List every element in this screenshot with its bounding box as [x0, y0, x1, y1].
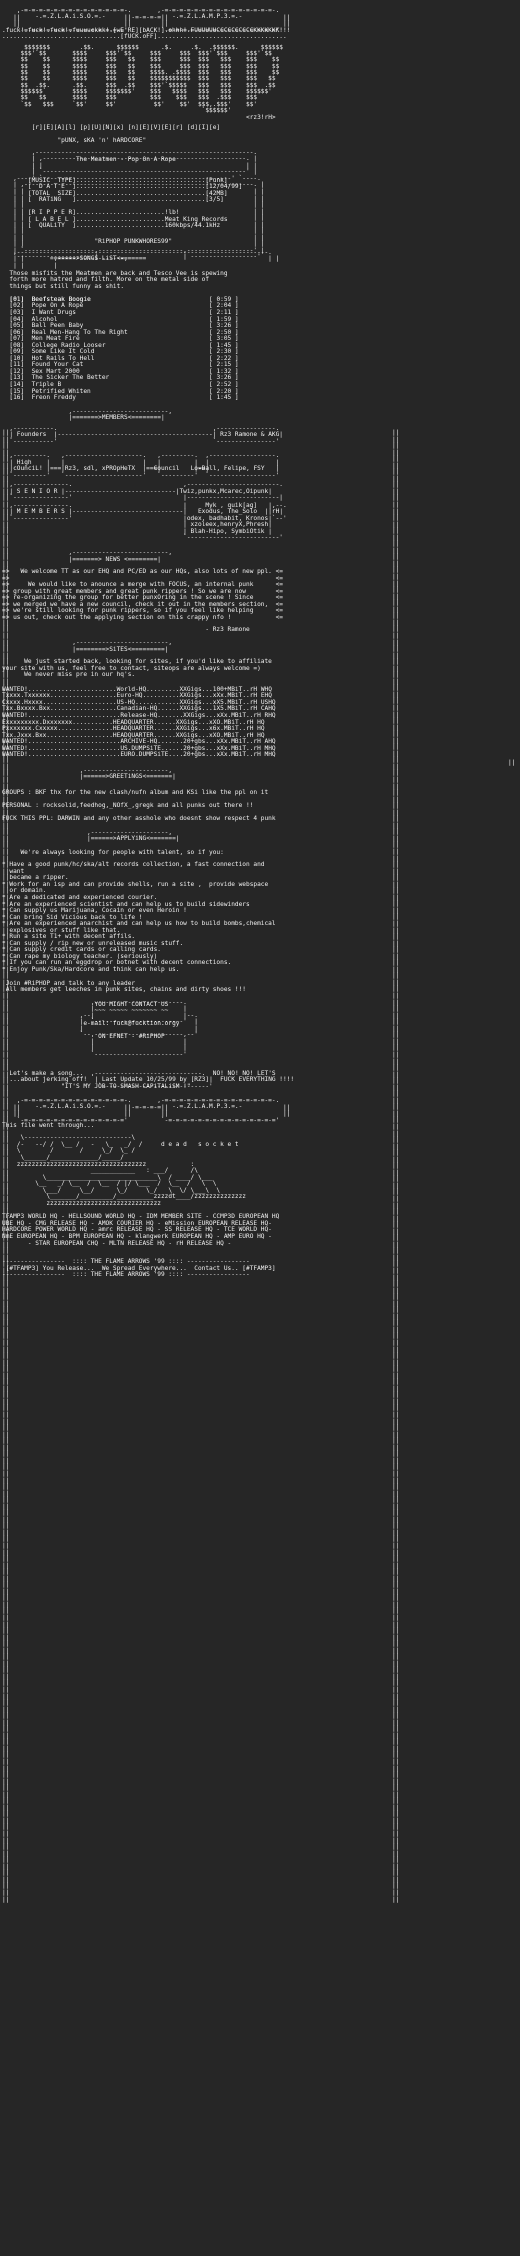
flame-arrows-footer: ----------------- :::: THE FLAME ARROWS …: [2, 1258, 520, 1279]
news-body: => We welcome TT as our EHQ and PC/ED as…: [2, 568, 520, 621]
artist-credit: d e a d s o c k e t: [160, 1140, 239, 1148]
members-section-title: >MEMBERS<: [98, 414, 132, 422]
banner-right-label: -.=.Z.L.A.M.P.3.=.-: [172, 13, 243, 21]
members-senior-row: ,---------------. ,---------------------…: [9, 481, 283, 502]
hq-lines: TFAMP3 WORLD HQ - HELLSOUND WORLD HQ - I…: [2, 1214, 520, 1247]
sites-intro: We just started back, looking for sites,…: [2, 658, 520, 679]
field-label-quality: [ QUALiTY ]: [27, 222, 76, 230]
members-members-row: ,---------------. | Myk , quik[ag] |,--.…: [2, 501, 287, 542]
site-size: 20+gbs: [183, 751, 206, 759]
scrollbar-mark[interactable]: ||: [508, 759, 515, 767]
logo-signature: <rz3!rH>: [2, 114, 520, 122]
sites-section-title-line: ,-------------------------, |========>Si…: [72, 639, 173, 653]
high-council-members: Rz3, sdl, xPROpHeTX: [64, 464, 136, 472]
news-section-title: > NEWS <: [98, 555, 128, 563]
logo-signature-text: <rz3!rH>: [246, 114, 276, 122]
right-frame-rail: || || || || || || || || || || || || || |…: [392, 429, 400, 1903]
field-value-quality: 160kbps/44.1kHz: [164, 222, 221, 230]
contact-email: e-mail: fuck@fucktion.orgy: [83, 1020, 180, 1028]
site-row: WANTED!.........................EURO.DUM…: [2, 751, 276, 758]
songs-description: Those misfits the Meatmen are back and T…: [2, 270, 520, 291]
greetings-section-title-line: ,-----------------------, |======>GREETi…: [79, 766, 176, 781]
footer-banner-left: -.=.Z.L.A.i.S.O.=.-: [35, 1103, 106, 1111]
founders-value: Rz3 Ramone & AKG: [220, 431, 280, 439]
site-tag: RHQ: [264, 711, 276, 719]
founders-label: Founders: [16, 431, 47, 439]
greetings-groups: GROUPS : BKF thx for the new clash/nufn …: [2, 788, 269, 796]
banner-left-label: -.=.Z.L.A.i.S.O.=.-: [35, 13, 106, 21]
deadsocket-ascii: \-----------------------------\ /- --/ /…: [16, 1134, 247, 1207]
applying-section-title: >APPLYiNG<: [112, 835, 150, 843]
release-title: The Meatmen - Pop On A Rope: [75, 156, 176, 164]
greetings-body: GROUPS : BKF thx for the new clash/nufn …: [2, 788, 520, 823]
contact-box-text: YOU MIGHT CONTACT US ~~~ ~~~~~ ~~~~~~~ ~…: [83, 1000, 180, 1041]
news-line: => us out, check out the applying sectio…: [2, 613, 283, 621]
song-rows-table: [01] Beefsteak Boogie [ 0:59 ] [02] Pope…: [2, 296, 520, 402]
members-label: M E M B E R S: [16, 508, 65, 516]
nfo-document: ,-=-=-=-=-=-=-=-=-=-=-=-=-=-=-. ,-=-=-=-…: [0, 0, 520, 1902]
release-field-row: [ QUALiTY ]........................160kb…: [27, 222, 221, 230]
left-frame-rail: || || || || || || || || || || || || || |…: [2, 429, 10, 1903]
footer-slogan-line: "IT'S MY JOB TO SMASH CAPiTALiSM !": [2, 1084, 520, 1091]
applying-intro: We're always looking for people with tal…: [2, 848, 224, 856]
council-label: Council: [153, 464, 180, 472]
track-title: Freon Freddy: [31, 394, 210, 402]
subtitle-text: [r][E][A][l] [p][U][N][x] [n][E][V][E][r…: [31, 123, 221, 131]
applying-bullets: * Have a good punk/hc/ska/alt records co…: [2, 861, 520, 973]
release-field-row: [ RATiNG ]..............................…: [27, 196, 224, 204]
applying-join: Join #RiPHOP and talk to any leader All …: [2, 980, 520, 994]
members-badge: rH: [271, 508, 280, 516]
dots-line: ................................[fUCK.oF…: [2, 33, 287, 41]
contact-heading: YOU MIGHT CONTACT US: [94, 1000, 169, 1008]
songs-section-title: >SONGS LiST<: [75, 255, 121, 263]
greetings-fuck: FUCK THIS PPL: DARWIN and any other assh…: [2, 815, 276, 823]
site-tag: MHQ: [264, 751, 276, 759]
footer-right-2: FUCK EVERYTHING !!!!: [220, 1076, 295, 1084]
tagline-line: "pUNX, sKA 'n' hARDCORE": [2, 137, 520, 145]
footer-left-2: ...about jerking off!: [9, 1076, 88, 1084]
hq-line: - STAR EUROPEAN CHQ - MLTN RELEASE HQ - …: [2, 1239, 232, 1247]
greetings-personal: PERSONAL : rocksolid,feedhog,_NOfX_,greg…: [2, 801, 254, 809]
field-value-rating: [3/5]: [205, 196, 224, 204]
sites-table: WANTED!........................World-HQ.…: [2, 686, 520, 759]
senior-value: Twiz,punkx,Mcarec,Oipunk: [179, 487, 269, 495]
members-founders-row: ,-----------. ,----------------. | Found…: [9, 424, 283, 445]
greetings-section-title: >GREETiNGS<: [105, 773, 147, 781]
track-row: [16] Freon Freddy [ 1:45 ]: [2, 394, 239, 402]
release-title-overlay: The Meatmen - Pop On A Rope: [2, 156, 520, 164]
field-label-rating: [ RATiNG ]: [27, 196, 76, 204]
news-signature-line: - Rz3 Ramone: [2, 627, 520, 634]
applying-bullet: * Enjoy Punk/Ska/Hardcore and think can …: [2, 966, 180, 973]
news-section-title-line: ,--------------------------, |=======> N…: [68, 549, 173, 563]
track-number: [16]: [2, 394, 32, 402]
subtitle-line: [r][E][A][l] [p][U][N][x] [n][E][V][E][r…: [2, 123, 520, 132]
site-speed: ...xXx.MBiT..rH: [205, 751, 265, 759]
applying-section-title-line: ,---------------------, |======>APPLYiNG…: [87, 828, 180, 843]
senior-label: S E N I O R: [16, 487, 58, 495]
site-role: EURO.DUMPSiTE....: [120, 751, 184, 759]
flame-bot: ----------------- :::: THE FLAME ARROWS …: [2, 1271, 250, 1279]
footer-last-update: Last Update 10/25/99 by [RZ3]: [101, 1076, 210, 1084]
bottom-banner-block: ,-=-=-=-=-=-=-=-=-=-=-=-=-=-=-. ,-=-=-=-…: [13, 1097, 291, 1124]
members-council-values: Rz3, sdl, xPROpHeTX Council Lo-Ball, Fel…: [2, 464, 520, 473]
sites-intro-line: We never miss pre in our hq's.: [2, 671, 136, 679]
contact-irc: ON EFNET - #RiPHOP: [98, 1033, 165, 1041]
release-footer-tag: "RiPHOP PUNKWHORES99": [94, 237, 173, 245]
footer-banner-right: -.=.Z.L.A.M.P.3.=.-: [172, 1103, 243, 1111]
join-line-2: All members get leeches in punk sites, c…: [2, 986, 247, 994]
songs-desc-line: things but still funny as shit.: [9, 282, 125, 290]
members-section-title-line: ,--------------------------, |=======>ME…: [68, 407, 173, 422]
footer-slogan: "IT'S MY JOB TO SMASH CAPiTALiSM !": [61, 1083, 191, 1091]
members-value-5: Blah-Hipo, SymbiOtik: [190, 527, 265, 535]
applying-bullet: * Have a good punk/hc/ska/alt records co…: [2, 861, 265, 869]
sites-section-title: >SiTES<: [105, 645, 132, 653]
tagline-text: "pUNX, sKA 'n' hARDCORE": [57, 137, 147, 145]
site-name: WANTED!.........................: [2, 751, 121, 759]
council-members: Lo-Ball, Felipe, FSY: [190, 464, 265, 472]
riphop-logo-ascii: $$$$$$$ .$$. $$$$$$ .$. .$. .$$$$$$. $$$…: [20, 43, 283, 114]
news-signature: - Rz3 Ramone: [205, 626, 250, 634]
track-duration: [ 1:45 ]: [209, 394, 239, 402]
